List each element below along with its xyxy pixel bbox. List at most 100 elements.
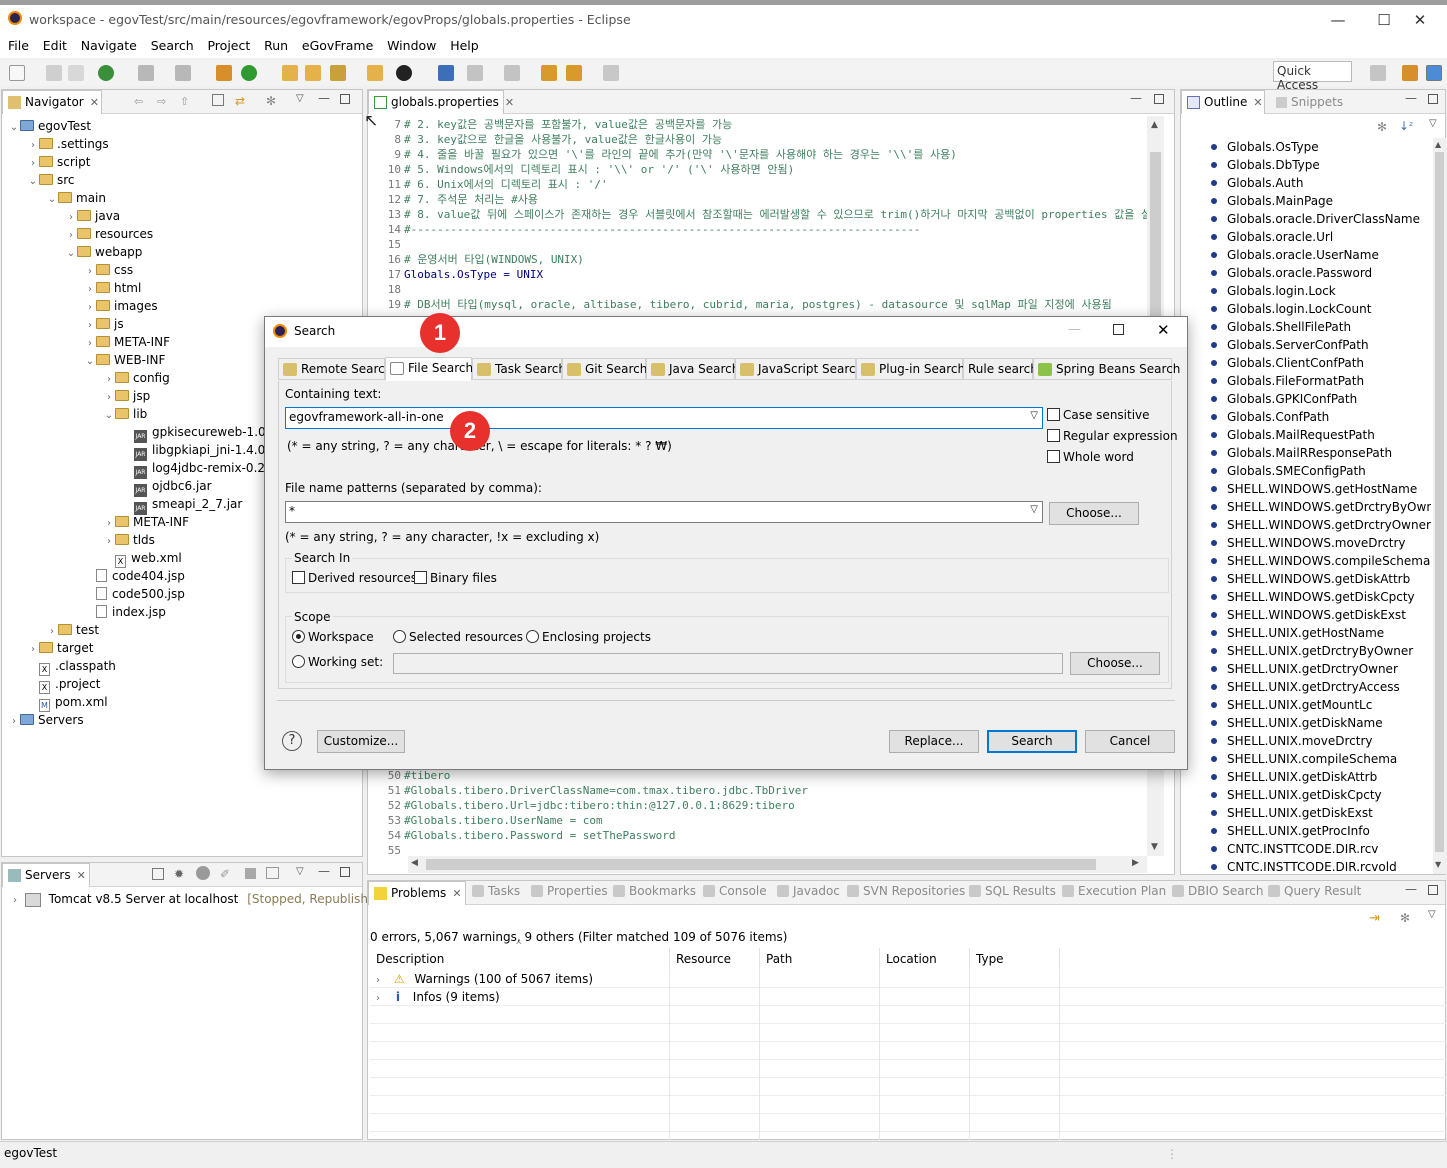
maximize-view-icon[interactable]	[1428, 94, 1438, 104]
outline-item[interactable]: Globals.oracle.DriverClassName	[1181, 210, 1420, 228]
tree-item[interactable]: Xweb.xml	[103, 549, 182, 568]
tab-globals-properties[interactable]: globals.properties ✕	[368, 90, 514, 114]
outline-item[interactable]: SHELL.UNIX.moveDrctry	[1181, 732, 1373, 750]
outline-item[interactable]: SHELL.UNIX.getProcInfo	[1181, 822, 1370, 840]
col-location[interactable]: Location	[880, 948, 970, 970]
quick-access-field[interactable]: Quick Access	[1273, 61, 1352, 92]
hide-fields-icon[interactable]: ✻	[1377, 120, 1387, 134]
outline-item[interactable]: SHELL.UNIX.getDiskName	[1181, 714, 1383, 732]
tree-item[interactable]: › java	[65, 207, 120, 225]
tab-rule-search[interactable]: Rule search	[963, 358, 1038, 380]
outline-item[interactable]: SHELL.UNIX.getDiskExst	[1181, 804, 1373, 822]
search-tool-icon[interactable]	[330, 65, 346, 81]
code-line[interactable]: 51 #Globals.tibero.DriverClassName=com.tm…	[368, 783, 808, 798]
menu-navigate[interactable]: Navigate	[81, 38, 137, 54]
chevron-right-icon[interactable]: ›	[372, 990, 384, 1008]
next-annotation-icon[interactable]	[467, 65, 483, 81]
outline-item[interactable]: Globals.ServerConfPath	[1181, 336, 1369, 354]
editor-hscrollbar[interactable]: ◀ ▶	[408, 856, 1147, 873]
minimize-button[interactable]: —	[1315, 8, 1361, 32]
save-all-icon[interactable]	[68, 65, 84, 81]
tree-item[interactable]: JAR libgpkiapi_jni-1.4.0	[122, 441, 265, 461]
case-sensitive-checkbox[interactable]: Case sensitive	[1047, 408, 1150, 422]
prev-annotation-icon[interactable]	[504, 65, 520, 81]
customize-button[interactable]: Customize...	[317, 730, 405, 753]
outline-item[interactable]: Globals.GPKIConfPath	[1181, 390, 1357, 408]
code-line[interactable]: 16 # 운영서버 타입(WINDOWS, UNIX)	[368, 252, 584, 267]
tree-item[interactable]: › target	[27, 639, 94, 657]
tab-navigator[interactable]: Navigator ✕	[2, 90, 102, 114]
close-icon[interactable]: ✕	[90, 96, 99, 109]
maximize-view-icon[interactable]	[1154, 94, 1164, 104]
col-description[interactable]: Description	[370, 948, 670, 970]
tree-item[interactable]: JAR gpkisecureweb-1.0.	[122, 423, 269, 443]
chevron-right-icon[interactable]: ›	[9, 892, 21, 910]
tree-item[interactable]: › META-INF	[84, 333, 170, 351]
outline-item[interactable]: SHELL.WINDOWS.getDrctryOwner	[1181, 516, 1431, 534]
link-editor-icon[interactable]: ⇄	[235, 94, 245, 108]
tree-item[interactable]: Mpom.xml	[27, 693, 108, 712]
menu-egovframe[interactable]: eGovFrame	[302, 38, 373, 54]
outline-item[interactable]: Globals.FileFormatPath	[1181, 372, 1364, 390]
server-row[interactable]: › Tomcat v8.5 Server at localhost [Stopp…	[9, 890, 373, 908]
tree-item[interactable]: › html	[84, 279, 141, 297]
close-window-button[interactable]: ✕	[1397, 8, 1443, 32]
outline-item[interactable]: SHELL.UNIX.getMountLc	[1181, 696, 1372, 714]
outline-item[interactable]: Globals.MainPage	[1181, 192, 1333, 210]
tab-git-search[interactable]: Git Search	[562, 358, 647, 380]
tab-remote-search[interactable]: Remote Search	[278, 358, 392, 380]
tab-spring-beans-search[interactable]: Spring Beans Search	[1033, 358, 1180, 380]
minimize-view-icon[interactable]: —	[318, 864, 330, 878]
tree-item[interactable]: › script	[27, 153, 90, 171]
tab-execution-plan[interactable]: Execution Plan	[1062, 884, 1166, 898]
chevron-up-icon[interactable]: ▲	[1435, 140, 1441, 149]
menu-file[interactable]: File	[8, 38, 29, 54]
tree-item[interactable]: X .project	[27, 675, 100, 694]
profile-server-icon[interactable]: ✐	[220, 867, 230, 881]
debug-server-icon[interactable]: ✹	[174, 867, 184, 881]
menu-run[interactable]: Run	[264, 38, 288, 54]
tab-problems[interactable]: Problems ✕	[368, 881, 466, 905]
publish-icon[interactable]	[266, 867, 279, 879]
tab-plugin-search[interactable]: Plug-in Search	[856, 358, 965, 380]
tree-item[interactable]: ⌄ WEB-INF	[84, 351, 166, 369]
cancel-button[interactable]: Cancel	[1085, 730, 1175, 753]
scope-selected-resources-radio[interactable]: Selected resources	[393, 630, 523, 644]
tree-item[interactable]: ⌄ egovTest	[8, 117, 91, 135]
chevron-down-icon[interactable]: ▼	[1435, 860, 1441, 869]
outline-item[interactable]: Globals.login.Lock	[1181, 282, 1336, 300]
code-line[interactable]: 13 # 8. value값 뒤에 스페이스가 존재하는 경우 서블릿에서 참조할…	[368, 207, 1162, 222]
outline-item[interactable]: Globals.oracle.Password	[1181, 264, 1372, 282]
code-line[interactable]: 15	[368, 237, 404, 252]
code-line[interactable]: 8 # 3. key값으로 한글을 사용불가, value값은 한글사용이 가능	[368, 132, 722, 147]
back-icon[interactable]	[566, 65, 582, 81]
containing-text-input[interactable]: egovframework-all-in-one ▽	[285, 407, 1043, 429]
code-line[interactable]: 7 # 2. key값은 공백문자를 포함불가, value값은 공백문자를 가능	[368, 117, 732, 132]
open-perspective-icon[interactable]	[1370, 65, 1386, 81]
tree-item[interactable]: › js	[84, 315, 124, 333]
outline-vscrollbar[interactable]: ▲ ▼	[1433, 138, 1446, 874]
perspective-egov-icon[interactable]	[1426, 65, 1442, 81]
outline-item[interactable]: Globals.Auth	[1181, 174, 1303, 192]
forward-nav-icon[interactable]: ⇨	[157, 95, 166, 108]
tree-item[interactable]: › jsp	[103, 387, 150, 405]
outline-item[interactable]: SHELL.WINDOWS.getDrctryByOwner	[1181, 498, 1431, 516]
code-line[interactable]: 18	[368, 282, 404, 297]
collapse-all-icon[interactable]	[212, 94, 224, 106]
col-path[interactable]: Path	[760, 948, 880, 970]
choose-working-set-button[interactable]: Choose...	[1070, 652, 1160, 675]
outline-item[interactable]: SHELL.UNIX.getDrctryOwner	[1181, 660, 1398, 678]
tab-outline[interactable]: Outline ✕	[1181, 90, 1265, 114]
minimize-view-icon[interactable]: —	[1405, 882, 1417, 896]
problems-row-warnings[interactable]: › ⚠ Warnings (100 of 5067 items)	[372, 970, 593, 988]
tree-item[interactable]: code404.jsp	[84, 567, 185, 585]
task-icon[interactable]	[438, 65, 454, 81]
outline-item[interactable]: Globals.ClientConfPath	[1181, 354, 1364, 372]
connect-icon[interactable]	[175, 65, 191, 81]
perspective-javaee-icon[interactable]	[1402, 65, 1418, 81]
tree-item[interactable]: › test	[46, 621, 99, 639]
tree-item[interactable]: › META-INF	[103, 513, 189, 531]
outline-item[interactable]: SHELL.WINDOWS.moveDrctry	[1181, 534, 1406, 552]
tab-sql-results[interactable]: SQL Results	[969, 884, 1056, 898]
tree-item[interactable]: › config	[103, 369, 170, 387]
